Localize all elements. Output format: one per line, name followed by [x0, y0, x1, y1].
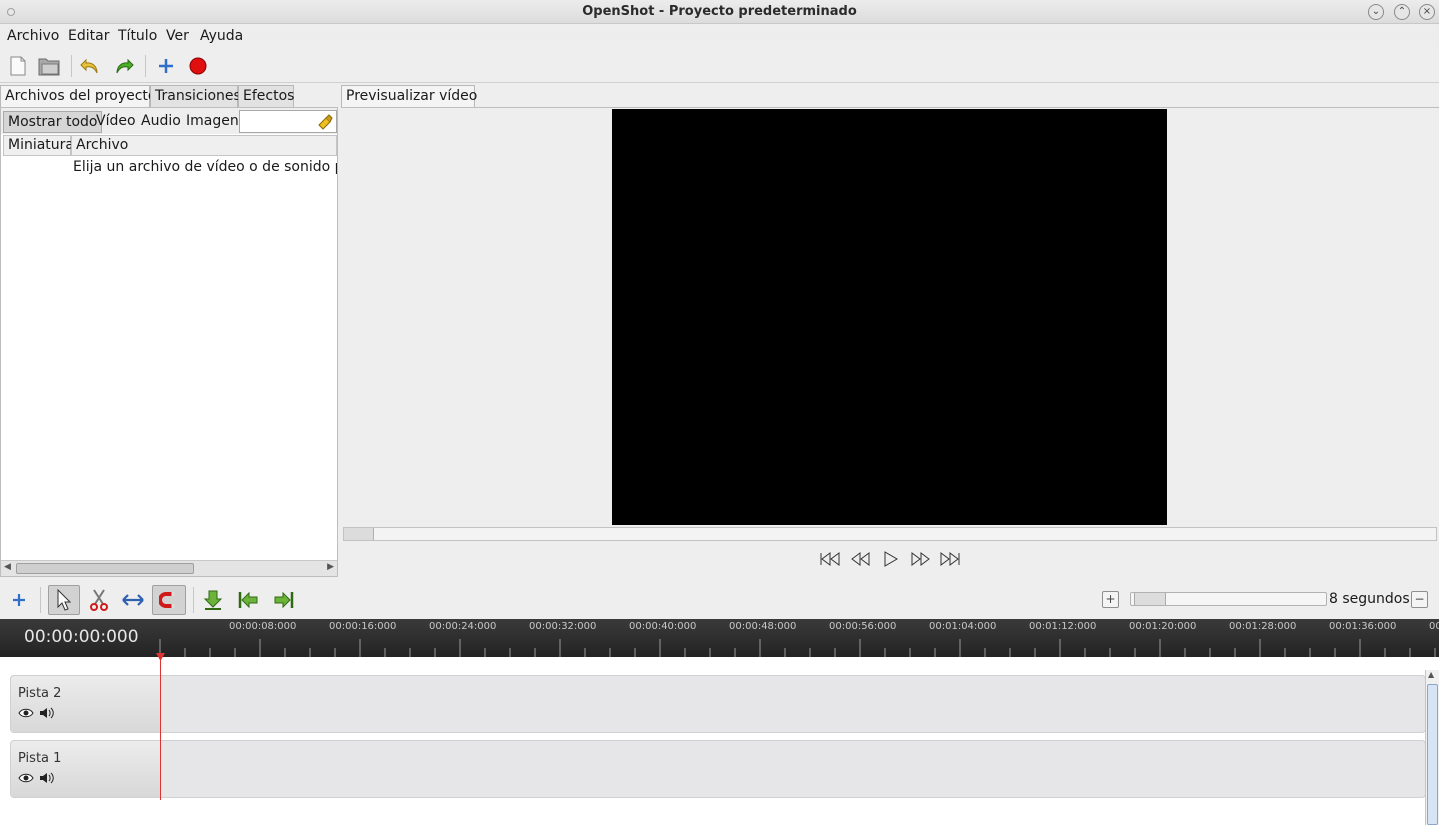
tracks-scroll-thumb[interactable] — [1427, 684, 1438, 825]
minimize-icon[interactable]: ⌄ — [1368, 4, 1384, 20]
menu-ver[interactable]: Ver — [166, 28, 189, 44]
track-name: Pista 2 — [18, 686, 62, 701]
add-track-icon[interactable] — [6, 587, 32, 613]
track-header[interactable]: Pista 2 — [11, 676, 161, 732]
save-project-icon[interactable] — [38, 55, 60, 77]
preview-seek-slider[interactable] — [343, 527, 1437, 541]
previous-marker-icon[interactable] — [235, 587, 261, 613]
track-name: Pista 1 — [18, 751, 62, 766]
rewind-icon[interactable] — [849, 549, 873, 569]
redo-icon[interactable] — [113, 55, 135, 77]
main-toolbar — [0, 49, 1439, 83]
zoom-label: 8 segundos — [1329, 591, 1410, 607]
project-files-panel: Mostrar todo Vídeo Audio Imagen Miniatur… — [0, 107, 338, 577]
track-header[interactable]: Pista 1 — [11, 741, 161, 797]
eye-icon[interactable] — [18, 772, 34, 788]
timeline-tracks: Pista 2 Pista 1 — [0, 657, 1439, 825]
preview-panel — [341, 107, 1439, 577]
new-project-icon[interactable] — [7, 55, 29, 77]
zoom-in-icon[interactable]: + — [1102, 591, 1119, 608]
close-icon[interactable]: × — [1419, 4, 1435, 20]
toolbar-separator — [40, 587, 41, 613]
column-thumbnail[interactable]: Miniatura — [3, 135, 74, 156]
toolbar-separator — [145, 55, 146, 77]
zoom-thumb[interactable] — [1134, 593, 1166, 605]
timeline-zoom-slider[interactable] — [1130, 592, 1327, 606]
filter-audio-button[interactable]: Audio — [137, 111, 185, 133]
column-file[interactable]: Archivo — [71, 135, 337, 156]
playhead[interactable] — [160, 655, 161, 800]
empty-files-message: Elija un archivo de vídeo o de sonido pa… — [73, 159, 337, 175]
resize-icon[interactable] — [120, 587, 146, 613]
speaker-icon[interactable] — [39, 772, 55, 788]
undo-icon[interactable] — [79, 55, 101, 77]
menu-ayuda[interactable]: Ayuda — [200, 28, 243, 44]
track-row[interactable]: Pista 2 — [10, 675, 1426, 733]
timeline-toolbar: + 8 segundos − — [0, 581, 1439, 617]
window-titlebar: OpenShot - Proyecto predeterminado ⌄ ⌃ × — [0, 0, 1439, 24]
play-icon[interactable] — [879, 549, 903, 569]
menu-bar: Archivo Editar Título Ver Ayuda — [0, 25, 1439, 47]
filter-show-all-button[interactable]: Mostrar todo — [3, 111, 103, 133]
tab-preview-video[interactable]: Previsualizar vídeo — [341, 85, 477, 107]
speaker-icon[interactable] — [39, 707, 55, 723]
timeline-ruler[interactable]: 00:00:00:000 00:00:08:000 00:00:16:000 0… — [0, 619, 1439, 657]
razor-icon[interactable] — [86, 587, 112, 613]
filter-image-button[interactable]: Imagen — [182, 111, 243, 133]
clear-search-icon[interactable] — [316, 113, 334, 135]
zoom-out-icon[interactable]: − — [1411, 591, 1428, 608]
tab-transitions[interactable]: Transiciones — [150, 85, 241, 107]
track-row[interactable]: Pista 1 — [10, 740, 1426, 798]
tab-project-files[interactable]: Archivos del proyecto — [0, 85, 156, 107]
files-scroll-thumb[interactable] — [16, 563, 194, 574]
jump-end-icon[interactable] — [938, 549, 962, 569]
filter-video-button[interactable]: Vídeo — [92, 111, 140, 133]
select-arrow-icon[interactable] — [48, 585, 80, 615]
next-marker-icon[interactable] — [271, 587, 297, 613]
maximize-icon[interactable]: ⌃ — [1394, 4, 1410, 20]
toolbar-separator — [71, 55, 72, 77]
import-files-icon[interactable] — [155, 55, 177, 77]
scroll-right-icon[interactable]: ▶ — [327, 562, 334, 572]
menu-titulo[interactable]: Título — [118, 28, 157, 44]
scroll-up-icon[interactable]: ▲ — [1428, 670, 1434, 679]
filter-row: Mostrar todo Vídeo Audio Imagen — [1, 108, 337, 134]
fast-forward-icon[interactable] — [908, 549, 932, 569]
filter-search-input[interactable] — [239, 110, 337, 133]
ruler-ticks — [159, 639, 1436, 657]
playhead-marker-icon[interactable] — [156, 653, 166, 663]
files-horizontal-scrollbar[interactable]: ◀ ▶ — [1, 560, 337, 576]
menu-archivo[interactable]: Archivo — [7, 28, 59, 44]
eye-icon[interactable] — [18, 707, 34, 723]
scroll-left-icon[interactable]: ◀ — [4, 562, 11, 572]
tracks-vertical-scrollbar[interactable]: ▲ — [1425, 670, 1439, 825]
snap-magnet-icon[interactable] — [152, 585, 186, 615]
jump-start-icon[interactable] — [818, 549, 842, 569]
toolbar-separator — [193, 587, 194, 613]
window-title: OpenShot - Proyecto predeterminado — [582, 4, 857, 19]
add-marker-icon[interactable] — [200, 587, 226, 613]
video-preview — [612, 109, 1167, 525]
tab-effects[interactable]: Efectos — [238, 85, 294, 107]
seek-thumb[interactable] — [344, 528, 374, 540]
menu-editar[interactable]: Editar — [68, 28, 109, 44]
export-video-icon[interactable] — [187, 55, 209, 77]
